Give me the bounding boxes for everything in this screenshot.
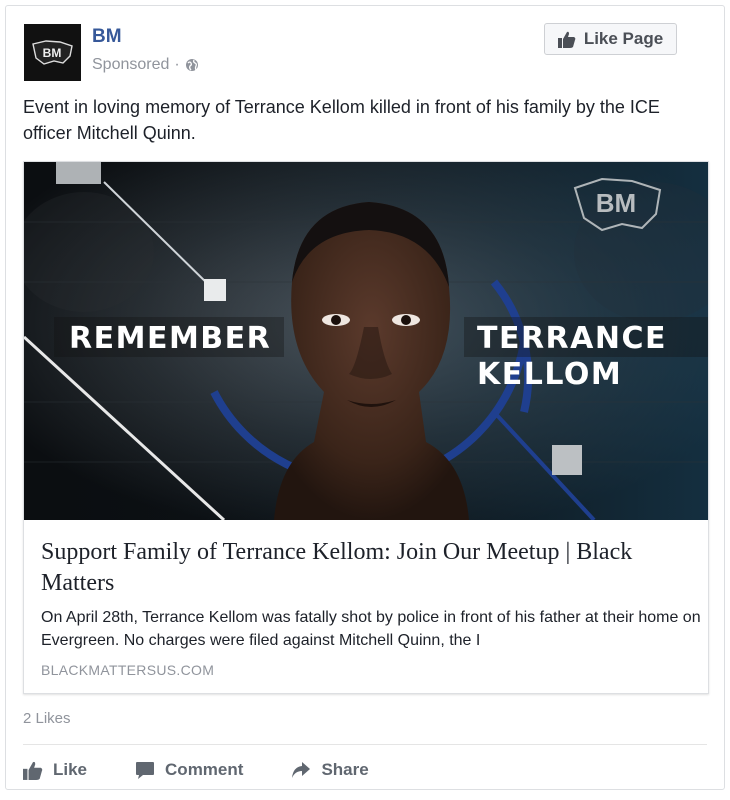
hero-artwork: BM REMEMBER TERRANCE KELLOM bbox=[24, 162, 708, 520]
thumbs-up-icon bbox=[23, 761, 43, 780]
link-title[interactable]: Support Family of Terrance Kellom: Join … bbox=[41, 537, 691, 599]
page-name-link[interactable]: BM bbox=[92, 26, 122, 48]
action-divider bbox=[23, 744, 707, 745]
hero-text-kellom: KELLOM bbox=[477, 357, 622, 392]
bm-logo-icon: BM bbox=[32, 39, 73, 65]
comment-button[interactable]: Comment bbox=[135, 760, 243, 780]
comment-label: Comment bbox=[165, 760, 244, 779]
hero-text-terrance: TERRANCE bbox=[477, 321, 667, 356]
share-arrow-icon bbox=[292, 762, 311, 778]
likes-count[interactable]: 2 Likes bbox=[23, 710, 71, 727]
comment-icon bbox=[136, 761, 155, 779]
sponsored-post-card: BM BM Sponsored · Like Page Event in lov… bbox=[5, 5, 725, 790]
avatar-logo-text: BM bbox=[43, 46, 62, 60]
share-label: Share bbox=[321, 760, 369, 779]
link-domain: BLACKMATTERSUS.COM bbox=[41, 662, 215, 678]
link-preview-image[interactable]: BM REMEMBER TERRANCE KELLOM bbox=[24, 162, 708, 520]
like-page-button[interactable]: Like Page bbox=[544, 23, 677, 55]
thumbs-up-icon bbox=[557, 31, 576, 48]
hero-text-remember: REMEMBER bbox=[69, 321, 271, 356]
globe-icon bbox=[185, 59, 198, 71]
page-avatar[interactable]: BM bbox=[24, 24, 81, 81]
link-preview-card[interactable]: BM REMEMBER TERRANCE KELLOM Support Fami… bbox=[23, 161, 709, 694]
share-button[interactable]: Share bbox=[291, 760, 369, 780]
post-actions: Like Comment Share bbox=[23, 754, 369, 786]
meta-separator: · bbox=[174, 56, 180, 73]
sponsored-label[interactable]: Sponsored bbox=[92, 56, 169, 74]
sponsored-meta: Sponsored · bbox=[92, 56, 199, 74]
hero-logo-text: BM bbox=[596, 188, 636, 218]
link-description: On April 28th, Terrance Kellom was fatal… bbox=[41, 609, 701, 649]
like-button[interactable]: Like bbox=[23, 760, 87, 780]
like-page-label: Like Page bbox=[583, 29, 664, 48]
like-label: Like bbox=[53, 760, 88, 779]
post-text: Event in loving memory of Terrance Kello… bbox=[23, 97, 660, 143]
